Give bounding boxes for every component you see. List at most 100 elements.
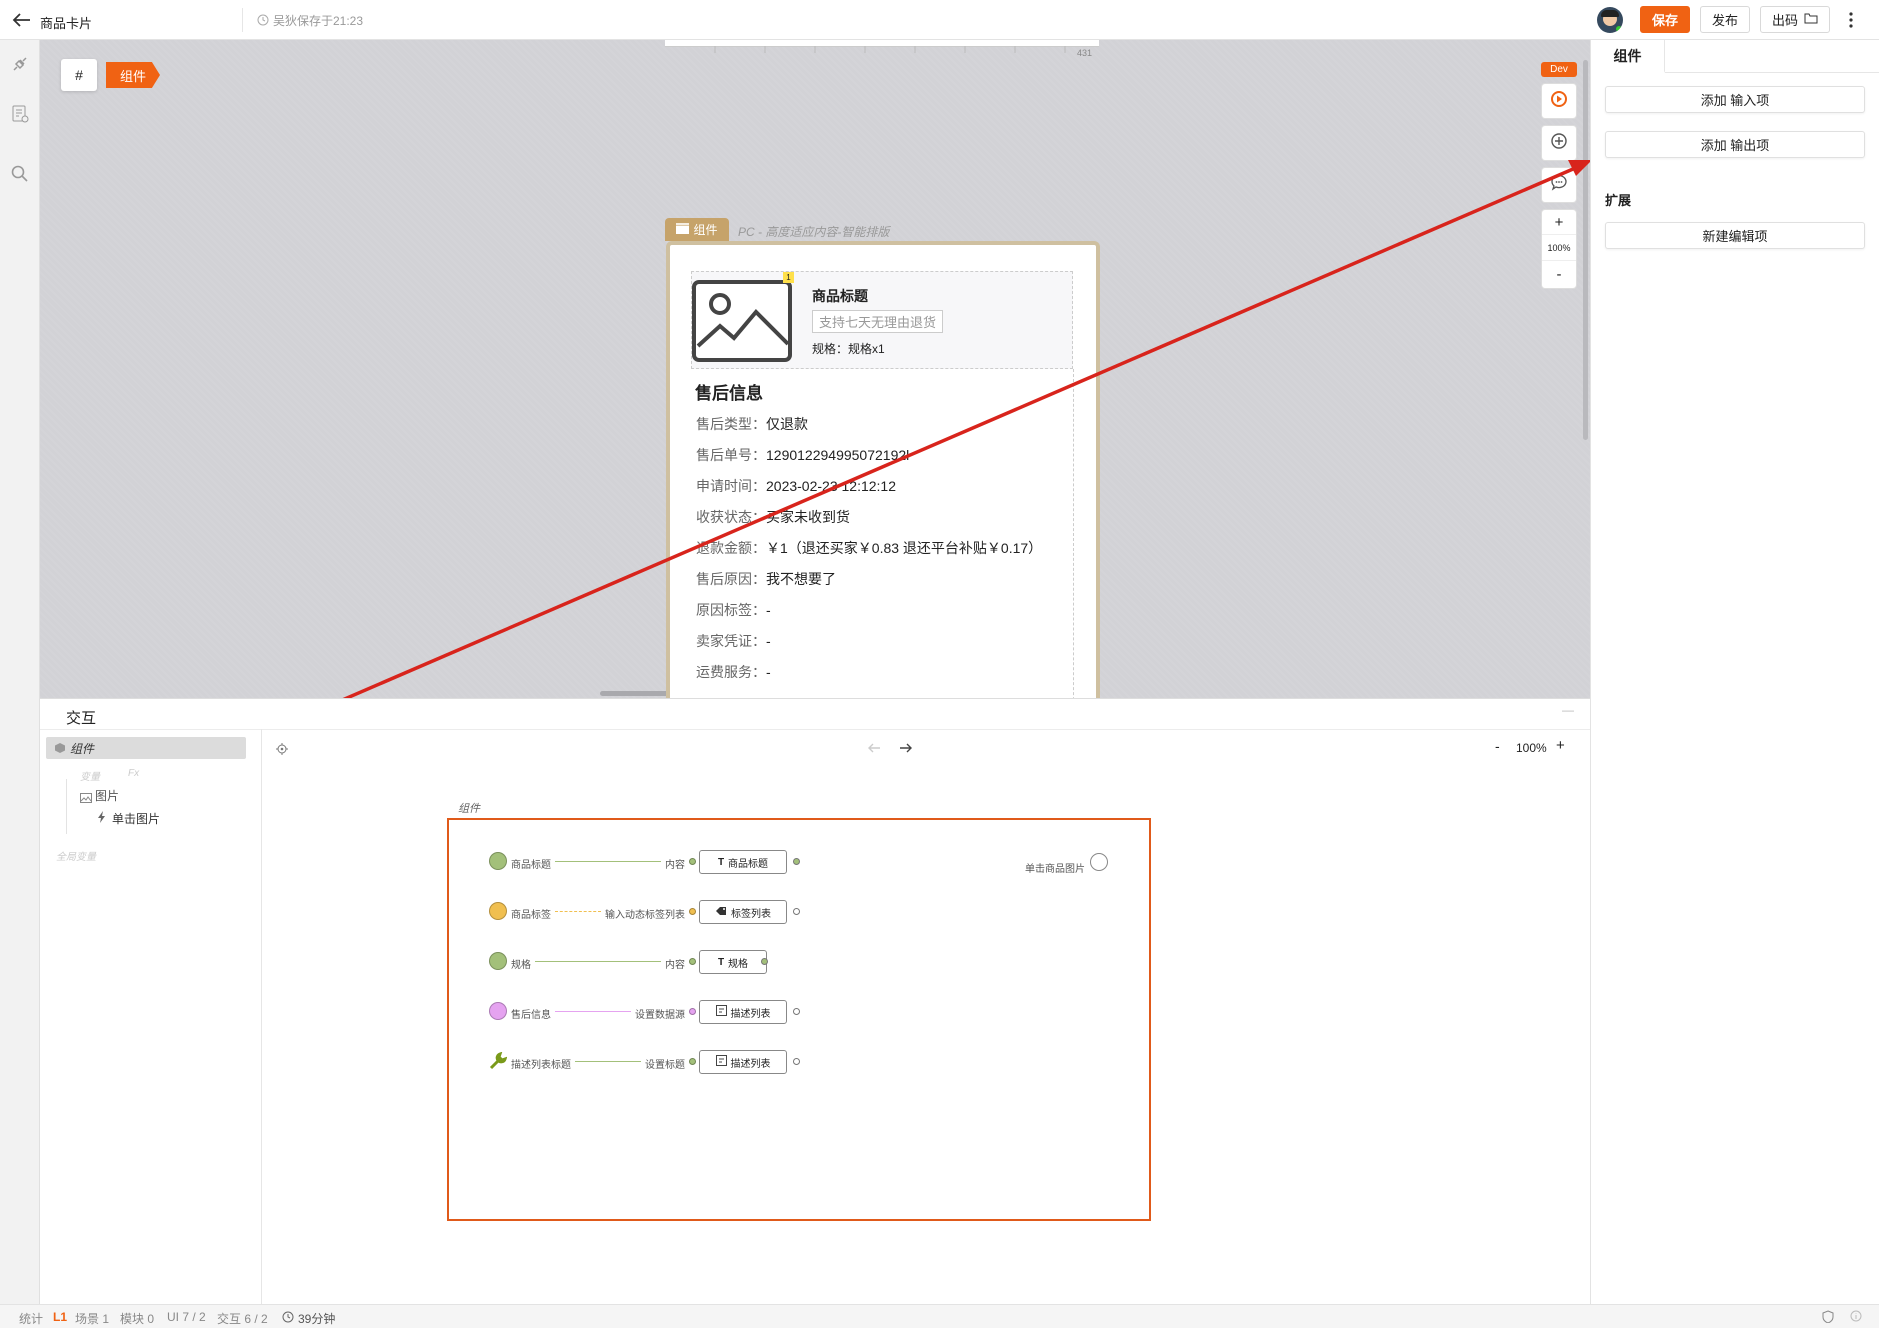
connection-line: [555, 861, 661, 862]
preview-button[interactable]: [1541, 83, 1577, 119]
wrench-icon[interactable]: [489, 1051, 508, 1070]
tab-component[interactable]: 组件: [1591, 40, 1665, 73]
after-sale-row: 收获状态：买家未收到货: [696, 507, 850, 527]
after-sale-row: 申请时间：2023-02-23 12:12:12: [696, 476, 896, 496]
image-placeholder-icon[interactable]: [692, 280, 792, 362]
connection-line: [535, 961, 661, 962]
tree-image[interactable]: 图片: [95, 787, 119, 804]
tree-vars[interactable]: 变量: [80, 768, 100, 783]
product-spec: 规格：规格x1: [812, 342, 885, 356]
shield-icon[interactable]: [1822, 1310, 1834, 1326]
after-sale-row: 退款金额：￥1（退还买家￥0.83 退还平台补贴￥0.17）: [696, 538, 1042, 558]
output-pin[interactable]: [793, 858, 800, 865]
lightning-icon: [97, 810, 107, 828]
cube-icon: [54, 741, 66, 759]
tree-click-image[interactable]: 单击图片: [112, 810, 160, 827]
input-pin[interactable]: [689, 1058, 696, 1065]
ruler-strip: [665, 40, 1099, 53]
row-value: 仅退款: [766, 416, 808, 432]
row-key: 售后类型：: [696, 416, 766, 432]
output-pin[interactable]: [1090, 853, 1108, 871]
flow-zoom-level: 100%: [1516, 741, 1547, 755]
product-card[interactable]: 1 商品标题 支持七天无理由退货 规格：规格x1 售后信息 售后类型：仅退款 售后…: [666, 241, 1100, 711]
product-block[interactable]: 1 商品标题 支持七天无理由退货 规格：规格x1: [691, 271, 1073, 369]
flow-zoom-out[interactable]: -: [1495, 738, 1500, 754]
divider: [242, 8, 243, 32]
info-icon[interactable]: [1850, 1310, 1862, 1325]
row-value: 2023-02-23 12:12:12: [766, 478, 896, 494]
input-node[interactable]: [489, 902, 507, 920]
row-value: ￥1（退还买家￥0.83 退还平台补贴￥0.17）: [766, 540, 1043, 556]
flow-title: 组件: [458, 803, 480, 815]
level-label: L1: [53, 1310, 68, 1324]
document-list-icon[interactable]: [10, 104, 30, 124]
connection-line: [575, 1061, 641, 1062]
zoom-level: 100%: [1542, 235, 1576, 261]
component-box[interactable]: 标签列表: [699, 900, 787, 924]
tree-item-component[interactable]: 组件: [46, 737, 246, 759]
input-pin[interactable]: [689, 908, 696, 915]
status-bar: 统计 L1 场景 1 模块 0 UI 7 / 2 交互 6 / 2 39分钟: [0, 1304, 1879, 1328]
publish-button[interactable]: 发布: [1700, 6, 1750, 33]
export-button[interactable]: 出码: [1760, 6, 1830, 33]
hash-button[interactable]: #: [61, 59, 97, 91]
avatar[interactable]: [1597, 7, 1623, 33]
flow-diagram[interactable]: 商品标题 内容 T 商品标题 商品标签 输入动态标签列表 标签列表 规格 内容 T…: [447, 818, 1151, 1221]
plug-icon[interactable]: [10, 54, 30, 74]
add-button[interactable]: [1541, 125, 1577, 161]
box-label: 规格: [728, 958, 749, 970]
after-sale-row: 原因标签：-: [696, 600, 771, 620]
zoom-out-button[interactable]: -: [1542, 261, 1576, 288]
input-pin[interactable]: [689, 858, 696, 865]
divider: [40, 729, 1590, 730]
tree-fx[interactable]: Fx: [128, 768, 139, 779]
zoom-control: + 100% -: [1541, 209, 1577, 289]
input-pin[interactable]: [689, 1008, 696, 1015]
after-sale-row: 售后类型：仅退款: [696, 414, 808, 434]
tree-global-vars[interactable]: 全局变量: [56, 848, 96, 863]
description-list-icon: [715, 1055, 727, 1069]
card-tag[interactable]: 组件: [665, 218, 729, 241]
output-pin[interactable]: [793, 1058, 800, 1065]
play-icon: [1550, 90, 1568, 113]
input-node[interactable]: [489, 852, 507, 870]
flow-zoom-in[interactable]: +: [1556, 737, 1565, 754]
component-box[interactable]: T 规格: [699, 950, 767, 974]
output-pin[interactable]: [761, 958, 768, 965]
component-box[interactable]: 描述列表: [699, 1000, 787, 1024]
component-box[interactable]: T 商品标题: [699, 850, 787, 874]
locate-icon[interactable]: [276, 742, 288, 760]
page-title: 商品卡片: [40, 16, 93, 31]
more-menu-icon[interactable]: [1846, 11, 1856, 29]
input-node[interactable]: [489, 1002, 507, 1020]
add-output-button[interactable]: 添加 输出项: [1605, 131, 1865, 158]
row-key: 卖家凭证：: [696, 633, 766, 649]
export-label: 出码: [1771, 13, 1798, 28]
new-edit-button[interactable]: 新建编辑项: [1605, 222, 1865, 249]
input-node[interactable]: [489, 952, 507, 970]
after-sale-row: 售后单号：129012294995072192l: [696, 445, 909, 465]
undo-arrow-icon[interactable]: [867, 741, 881, 759]
module-count: 模块 0: [120, 1312, 155, 1326]
tree-root-label: 组件: [70, 742, 95, 756]
input-pin[interactable]: [689, 958, 696, 965]
redo-arrow-icon[interactable]: [899, 741, 913, 759]
vertical-scrollbar[interactable]: [1583, 60, 1588, 440]
zoom-in-button[interactable]: +: [1542, 210, 1576, 235]
count-badge: 1: [783, 272, 794, 283]
panel-title: 交互: [66, 710, 97, 727]
output-pin[interactable]: [793, 1008, 800, 1015]
collapse-button[interactable]: —: [1562, 703, 1574, 717]
ruler-number: 431: [1077, 48, 1093, 58]
output-pin[interactable]: [793, 908, 800, 915]
component-box[interactable]: 描述列表: [699, 1050, 787, 1074]
search-icon[interactable]: [10, 164, 30, 184]
comment-button[interactable]: [1541, 167, 1577, 203]
back-arrow-icon[interactable]: [12, 11, 32, 29]
save-button[interactable]: 保存: [1640, 6, 1690, 33]
extend-title: 扩展: [1605, 193, 1632, 208]
product-title: 商品标题: [812, 288, 868, 304]
breadcrumb-tag[interactable]: 组件: [106, 62, 160, 88]
add-input-button[interactable]: 添加 输入项: [1605, 86, 1865, 113]
row-key: 售后单号：: [696, 447, 766, 463]
